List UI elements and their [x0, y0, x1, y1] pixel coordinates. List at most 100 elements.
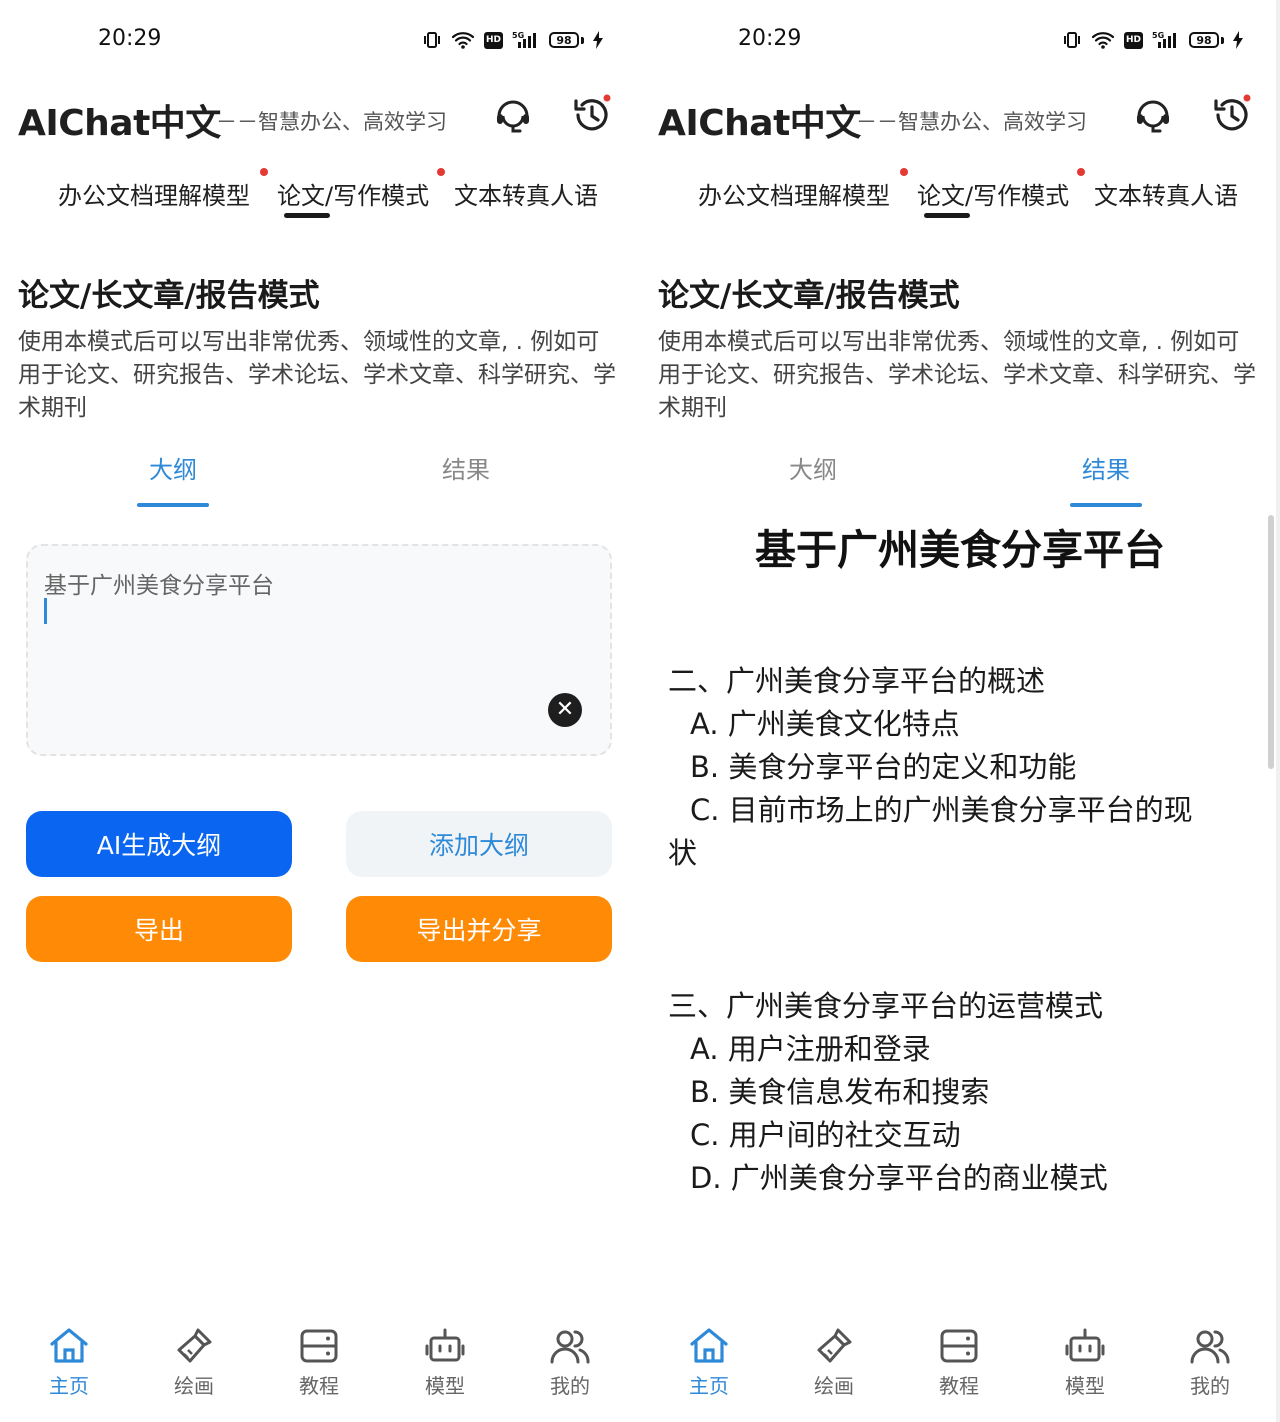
nav-label: 我的: [550, 1374, 590, 1398]
outline-input-value[interactable]: 基于广州美食分享平台: [44, 566, 274, 600]
customer-service-button[interactable]: [492, 94, 534, 136]
server-icon: [300, 1329, 338, 1363]
history-icon: [574, 94, 611, 131]
home-icon: [50, 1328, 88, 1363]
active-tab-indicator: [284, 213, 330, 218]
result-item: B. 美食信息发布和搜索: [690, 1075, 990, 1109]
history-button[interactable]: [570, 94, 612, 136]
wifi-icon: [1091, 32, 1115, 49]
nav-mine[interactable]: 我的: [530, 1324, 610, 1399]
users-icon: [1190, 1330, 1230, 1364]
wifi-icon: [451, 32, 475, 49]
paintbrush-icon: [177, 1328, 212, 1363]
home-icon: [690, 1328, 728, 1363]
subtab-result[interactable]: 结果: [396, 450, 536, 485]
tab-paper-writing-mode[interactable]: 论文/写作模式: [277, 176, 429, 211]
nav-label: 模型: [1065, 1374, 1105, 1398]
new-badge: [900, 168, 908, 176]
nav-tutorial[interactable]: 教程: [279, 1324, 359, 1399]
subtab-outline[interactable]: 大纲: [103, 450, 243, 485]
result-item: B. 美食分享平台的定义和功能: [690, 750, 1077, 784]
nav-label: 主页: [689, 1374, 729, 1398]
result-heading: 三、广州美食分享平台的运营模式: [668, 989, 1104, 1023]
hd-icon: HD: [484, 31, 503, 49]
signal-5g-icon: 5G: [1152, 31, 1176, 48]
result-heading: 二、广州美食分享平台的概述: [668, 664, 1046, 698]
hd-icon: HD: [1124, 31, 1143, 49]
nav-home[interactable]: 主页: [29, 1324, 109, 1399]
result-item: D. 广州美食分享平台的商业模式: [690, 1161, 1108, 1195]
headset-icon: [497, 100, 529, 133]
nav-label: 教程: [939, 1374, 979, 1398]
signal-5g-icon: 5G: [512, 31, 536, 48]
subtab-outline[interactable]: 大纲: [743, 450, 883, 485]
result-item: C. 用户间的社交互动: [690, 1118, 961, 1152]
section-title: 论文/长文章/报告模式: [658, 278, 960, 314]
add-outline-button[interactable]: 添加大纲: [346, 811, 612, 877]
status-icons: HD 5G 98: [1062, 28, 1243, 52]
clear-input-button[interactable]: ✕: [548, 693, 582, 727]
vibrate-icon: [1064, 32, 1080, 48]
vibrate-icon: [424, 32, 440, 48]
tab-text-to-speech[interactable]: 文本转真人语: [1094, 176, 1238, 211]
nav-tutorial[interactable]: 教程: [919, 1324, 999, 1399]
app-subtitle: －－智慧办公、高效学习: [856, 110, 1087, 134]
export-share-button[interactable]: 导出并分享: [346, 896, 612, 962]
new-badge: [1077, 168, 1085, 176]
nav-mine[interactable]: 我的: [1170, 1324, 1250, 1399]
charging-icon: [593, 31, 603, 49]
app-title: AIChat中文: [18, 103, 221, 144]
battery-icon: 98: [549, 32, 579, 48]
app-title: AIChat中文: [658, 103, 861, 144]
nav-home[interactable]: 主页: [669, 1324, 749, 1399]
new-badge: [260, 168, 268, 176]
screen-outline: 20:29 HD 5G 98 AIChat中文 －－智慧办公、高效学习 办公文档…: [0, 0, 640, 1422]
status-icons: HD 5G 98: [422, 28, 603, 52]
nav-label: 模型: [425, 1374, 465, 1398]
customer-service-button[interactable]: [1132, 94, 1174, 136]
status-time: 20:29: [98, 26, 162, 51]
close-icon: ✕: [555, 697, 575, 722]
scrollbar[interactable]: [1268, 515, 1274, 769]
result-item: C. 目前市场上的广州美食分享平台的现: [690, 793, 1193, 827]
result-item: 状: [668, 836, 698, 870]
nav-label: 绘画: [814, 1374, 854, 1398]
active-tab-indicator: [924, 213, 970, 218]
tab-paper-writing-mode[interactable]: 论文/写作模式: [917, 176, 1069, 211]
subtab-result[interactable]: 结果: [1036, 450, 1176, 485]
battery-cap: [1221, 36, 1224, 44]
text-cursor: [44, 598, 47, 624]
nav-model[interactable]: 模型: [405, 1324, 485, 1399]
nav-label: 我的: [1190, 1374, 1230, 1398]
server-icon: [940, 1329, 978, 1363]
tab-office-doc-model[interactable]: 办公文档理解模型: [698, 176, 890, 211]
section-description: 使用本模式后可以写出非常优秀、领域性的文章, . 例如可用于论文、研究报告、学术…: [658, 329, 1256, 421]
nav-model[interactable]: 模型: [1045, 1324, 1125, 1399]
app-subtitle: －－智慧办公、高效学习: [216, 110, 447, 134]
robot-icon: [1065, 1328, 1105, 1362]
charging-icon: [1233, 31, 1243, 49]
history-icon: [1214, 94, 1251, 131]
new-badge: [437, 168, 445, 176]
users-icon: [550, 1330, 590, 1364]
nav-paint[interactable]: 绘画: [794, 1324, 874, 1399]
battery-icon: 98: [1189, 32, 1219, 48]
tab-text-to-speech[interactable]: 文本转真人语: [454, 176, 598, 211]
headset-icon: [1137, 100, 1169, 133]
history-button[interactable]: [1210, 94, 1252, 136]
section-description: 使用本模式后可以写出非常优秀、领域性的文章, . 例如可用于论文、研究报告、学术…: [18, 329, 616, 421]
nav-paint[interactable]: 绘画: [154, 1324, 234, 1399]
ai-generate-outline-button[interactable]: AI生成大纲: [26, 811, 292, 877]
status-time: 20:29: [738, 26, 802, 51]
svg-text:5G: 5G: [1152, 31, 1164, 40]
subtab-indicator: [137, 503, 209, 507]
nav-label: 教程: [299, 1374, 339, 1398]
paintbrush-icon: [817, 1328, 852, 1363]
nav-label: 绘画: [174, 1374, 214, 1398]
section-title: 论文/长文章/报告模式: [18, 278, 320, 314]
export-button[interactable]: 导出: [26, 896, 292, 962]
result-item: A. 广州美食文化特点: [690, 707, 960, 741]
tab-office-doc-model[interactable]: 办公文档理解模型: [58, 176, 250, 211]
nav-label: 主页: [49, 1374, 89, 1398]
result-item: A. 用户注册和登录: [690, 1032, 931, 1066]
